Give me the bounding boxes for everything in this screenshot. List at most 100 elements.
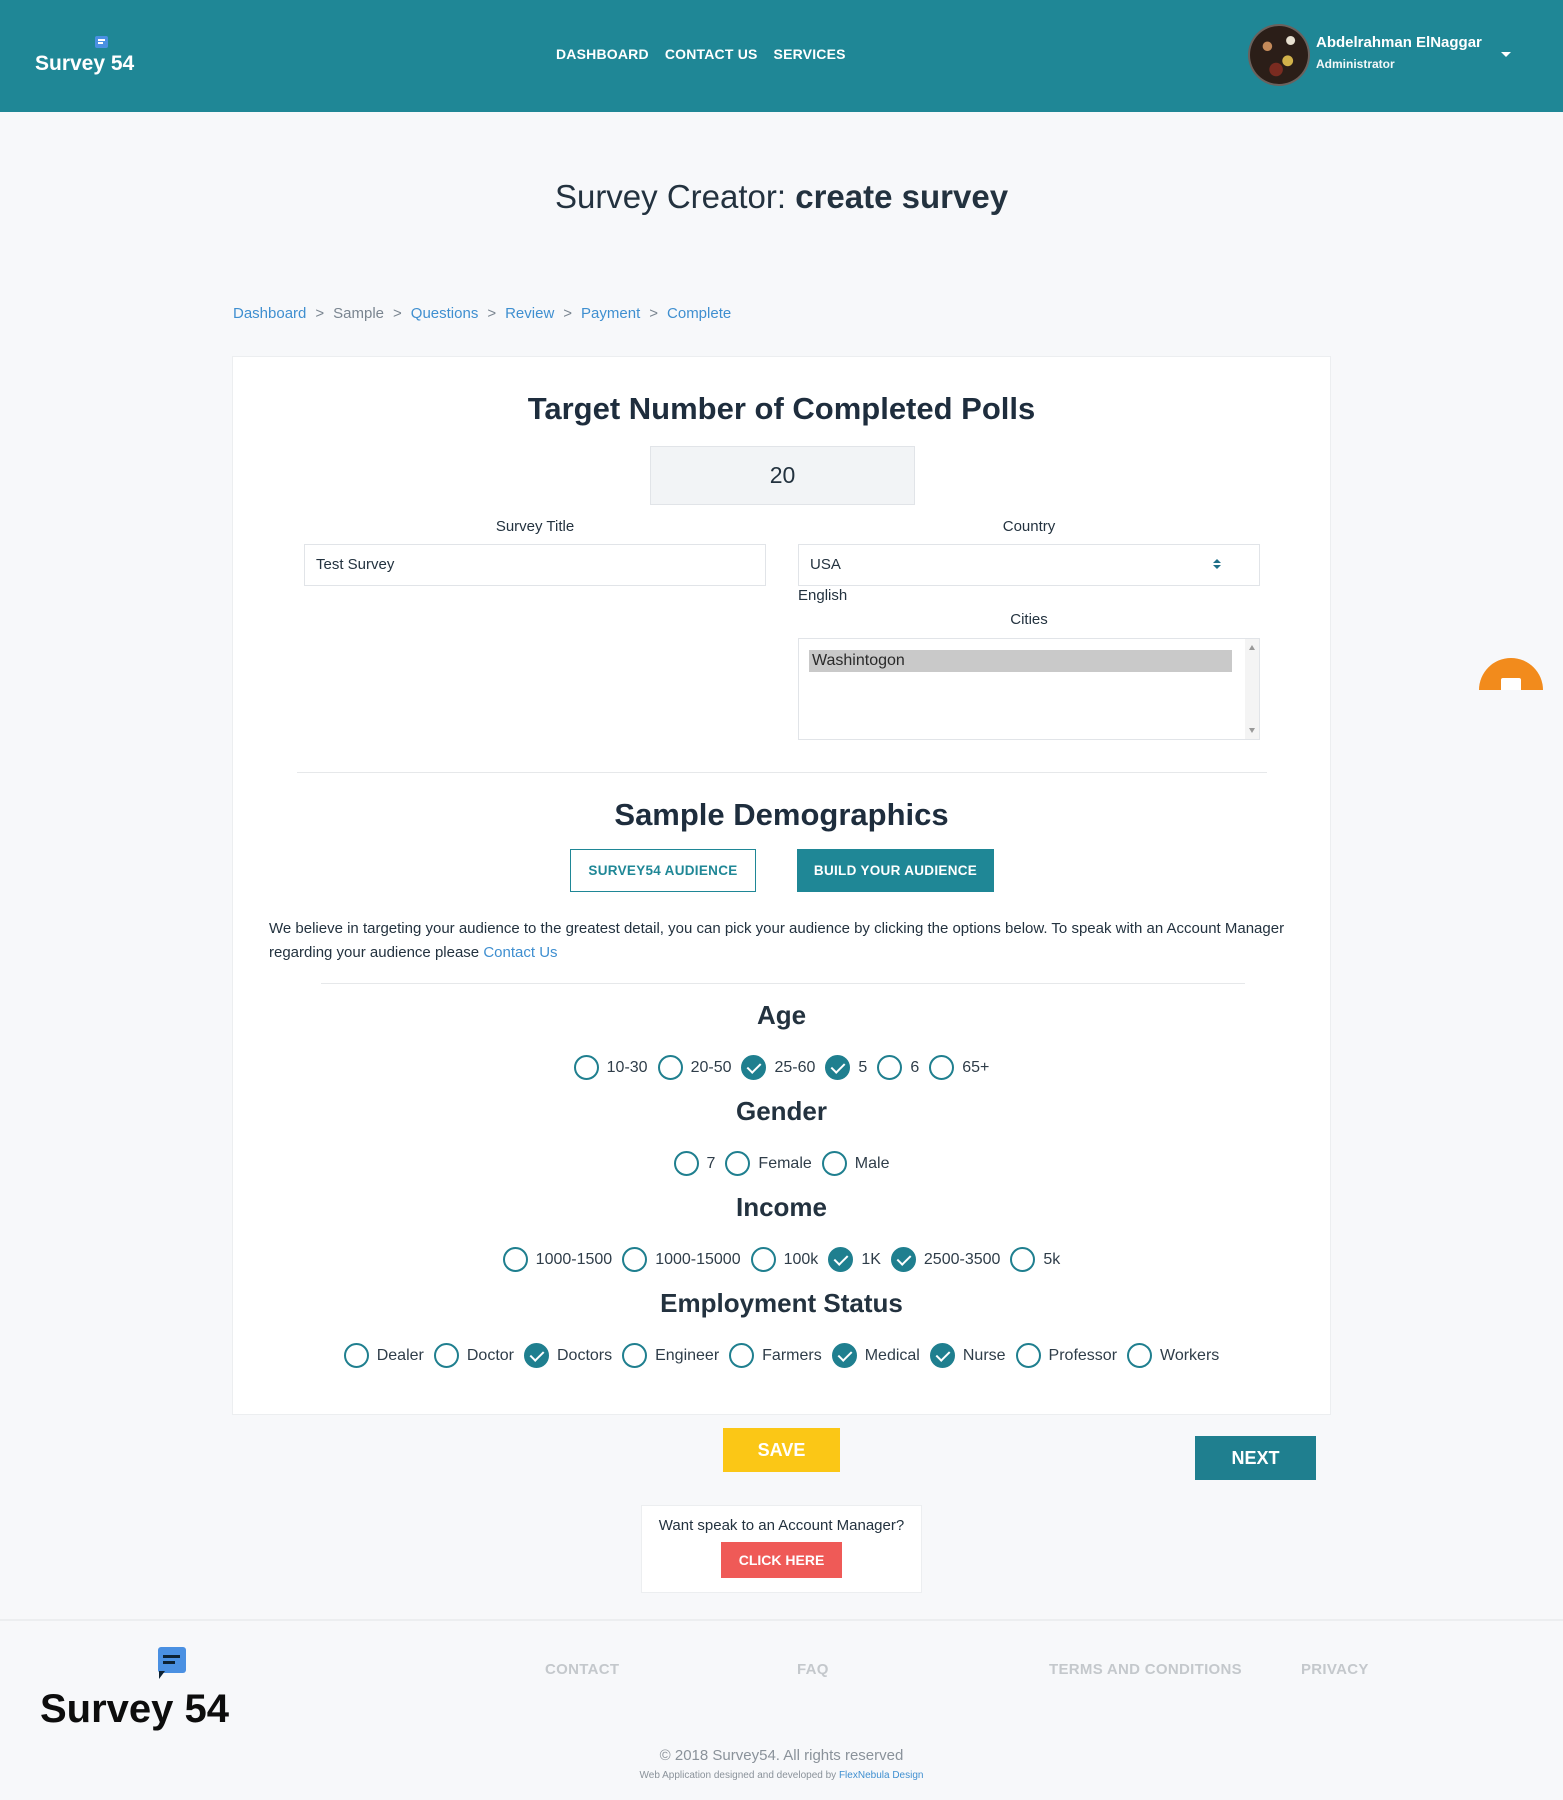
income-option[interactable]: 1000-1500 bbox=[502, 1247, 612, 1272]
employment-option[interactable]: Doctor bbox=[433, 1343, 514, 1368]
footer-link-terms[interactable]: TERMS AND CONDITIONS bbox=[1049, 1661, 1242, 1678]
scroll-up-icon[interactable] bbox=[1249, 645, 1255, 650]
employment-option[interactable]: Workers bbox=[1127, 1343, 1219, 1368]
radio-button[interactable] bbox=[622, 1343, 648, 1368]
radio-button[interactable] bbox=[929, 1055, 955, 1080]
radio-button[interactable] bbox=[657, 1055, 683, 1080]
age-option[interactable]: 5 bbox=[825, 1055, 867, 1080]
footer-link-privacy[interactable]: PRIVACY bbox=[1301, 1661, 1369, 1678]
employment-option[interactable]: Doctors bbox=[523, 1343, 612, 1368]
age-option[interactable]: 25-60 bbox=[741, 1055, 815, 1080]
breadcrumb-separator: > bbox=[315, 305, 325, 322]
age-option[interactable]: 10-30 bbox=[573, 1055, 648, 1080]
survey-form-card: Target Number of Completed Polls 20 Surv… bbox=[232, 356, 1331, 1415]
avatar[interactable] bbox=[1248, 24, 1310, 86]
radio-button[interactable] bbox=[750, 1247, 776, 1272]
radio-button-checked[interactable] bbox=[828, 1247, 854, 1272]
radio-button-checked[interactable] bbox=[890, 1247, 916, 1272]
click-here-button[interactable]: CLICK HERE bbox=[721, 1542, 842, 1578]
next-button[interactable]: NEXT bbox=[1195, 1436, 1316, 1480]
employment-option[interactable]: Professor bbox=[1015, 1343, 1117, 1368]
gender-option[interactable]: 7 bbox=[673, 1151, 715, 1176]
nav-dashboard[interactable]: DASHBOARD bbox=[556, 46, 649, 62]
radio-button-checked[interactable] bbox=[831, 1343, 857, 1368]
income-option[interactable]: 1K bbox=[828, 1247, 881, 1272]
option-label: Dealer bbox=[376, 1346, 424, 1364]
contact-us-link[interactable]: Contact Us bbox=[483, 944, 557, 961]
build-your-audience-button[interactable]: BUILD YOUR AUDIENCE bbox=[797, 849, 994, 892]
breadcrumb-questions[interactable]: Questions bbox=[411, 305, 479, 322]
breadcrumb: Dashboard > Sample > Questions > Review … bbox=[233, 305, 731, 322]
footer-logo[interactable]: Survey 54 bbox=[40, 1647, 230, 1737]
radio-button[interactable] bbox=[502, 1247, 528, 1272]
country-label: Country bbox=[1002, 518, 1056, 535]
cities-listbox[interactable]: Washintogon bbox=[798, 638, 1260, 740]
radio-button[interactable] bbox=[343, 1343, 369, 1368]
breadcrumb-payment[interactable]: Payment bbox=[581, 305, 640, 322]
audience-description-text: We believe in targeting your audience to… bbox=[269, 920, 1285, 961]
user-menu[interactable]: Abdelrahman ElNaggar Administrator bbox=[1248, 24, 1538, 88]
radio-button[interactable] bbox=[573, 1055, 599, 1080]
radio-button-checked[interactable] bbox=[825, 1055, 851, 1080]
employment-option[interactable]: Engineer bbox=[622, 1343, 719, 1368]
option-label: 1000-15000 bbox=[655, 1250, 741, 1268]
city-option[interactable]: Washintogon bbox=[809, 650, 1232, 672]
age-option[interactable]: 65+ bbox=[929, 1055, 989, 1080]
scroll-down-icon[interactable] bbox=[1249, 728, 1255, 733]
radio-button-checked[interactable] bbox=[741, 1055, 767, 1080]
employment-group-title: Employment Status bbox=[660, 1288, 903, 1318]
income-option[interactable]: 100k bbox=[750, 1247, 818, 1272]
age-option[interactable]: 20-50 bbox=[657, 1055, 731, 1080]
gender-option[interactable]: Male bbox=[821, 1151, 890, 1176]
chat-widget-icon[interactable] bbox=[1479, 658, 1543, 690]
employment-option[interactable]: Dealer bbox=[343, 1343, 424, 1368]
radio-button[interactable] bbox=[725, 1151, 751, 1176]
radio-button-checked[interactable] bbox=[929, 1343, 955, 1368]
footer-link-faq[interactable]: FAQ bbox=[797, 1661, 829, 1678]
option-label: Male bbox=[854, 1154, 890, 1172]
survey-title-label: Survey Title bbox=[495, 518, 575, 535]
section-divider bbox=[321, 983, 1245, 984]
breadcrumb-complete[interactable]: Complete bbox=[667, 305, 731, 322]
radio-button[interactable] bbox=[1010, 1247, 1036, 1272]
option-label: 6 bbox=[910, 1058, 920, 1076]
radio-button[interactable] bbox=[877, 1055, 903, 1080]
option-label: Medical bbox=[864, 1346, 920, 1364]
footer: Survey 54 CONTACT FAQ TERMS AND CONDITIO… bbox=[0, 1619, 1563, 1800]
footer-logo-text: Survey 54 bbox=[40, 1687, 230, 1731]
income-option[interactable]: 1000-15000 bbox=[622, 1247, 741, 1272]
employment-option[interactable]: Farmers bbox=[729, 1343, 822, 1368]
scrollbar[interactable] bbox=[1245, 639, 1259, 739]
radio-button[interactable] bbox=[622, 1247, 648, 1272]
nav-contact-us[interactable]: CONTACT US bbox=[665, 46, 758, 62]
option-label: 5k bbox=[1043, 1250, 1061, 1268]
save-button[interactable]: SAVE bbox=[723, 1428, 840, 1472]
nav-services[interactable]: SERVICES bbox=[774, 46, 846, 62]
radio-button[interactable] bbox=[1127, 1343, 1153, 1368]
radio-button[interactable] bbox=[433, 1343, 459, 1368]
survey-title-input[interactable]: Test Survey bbox=[304, 544, 766, 586]
logo[interactable]: Survey 54 bbox=[35, 34, 135, 80]
country-select[interactable]: USA bbox=[798, 544, 1260, 586]
income-option[interactable]: 5k bbox=[1010, 1247, 1060, 1272]
radio-button[interactable] bbox=[729, 1343, 755, 1368]
gender-option[interactable]: Female bbox=[725, 1151, 812, 1176]
income-option[interactable]: 2500-3500 bbox=[890, 1247, 1000, 1272]
employment-option[interactable]: Nurse bbox=[929, 1343, 1006, 1368]
survey54-audience-button[interactable]: SURVEY54 AUDIENCE bbox=[570, 849, 756, 892]
breadcrumb-dashboard[interactable]: Dashboard bbox=[233, 305, 306, 322]
top-header: Survey 54 DASHBOARD CONTACT US SERVICES … bbox=[0, 0, 1563, 112]
radio-button[interactable] bbox=[1015, 1343, 1041, 1368]
employment-option[interactable]: Medical bbox=[831, 1343, 920, 1368]
credit-link[interactable]: FlexNebula Design bbox=[839, 1770, 924, 1781]
radio-button[interactable] bbox=[673, 1151, 699, 1176]
page-title: Survey Creator: create survey bbox=[0, 178, 1563, 216]
radio-button[interactable] bbox=[821, 1151, 847, 1176]
chevron-down-icon[interactable] bbox=[1501, 52, 1511, 57]
radio-button-checked[interactable] bbox=[523, 1343, 549, 1368]
breadcrumb-review[interactable]: Review bbox=[505, 305, 554, 322]
target-polls-input[interactable]: 20 bbox=[650, 446, 915, 505]
footer-link-contact[interactable]: CONTACT bbox=[545, 1661, 619, 1678]
age-option[interactable]: 6 bbox=[877, 1055, 919, 1080]
age-options: 10-30 20-50 25-60 5 6 65+ bbox=[233, 1055, 1330, 1080]
